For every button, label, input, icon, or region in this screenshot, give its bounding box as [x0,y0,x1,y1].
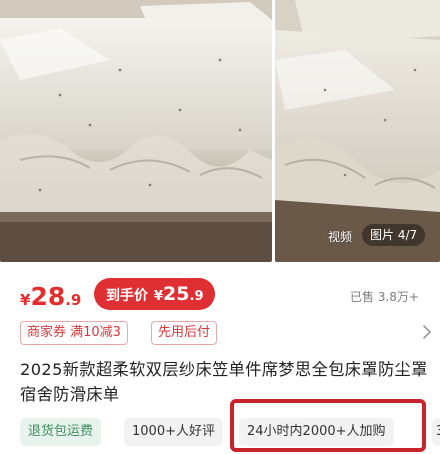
return-shipping-tag[interactable]: 退货包运费 [20,418,102,446]
video-label[interactable]: 视频 [328,228,352,245]
product-photo-right[interactable] [275,0,440,262]
more-feature-tag[interactable]: 3 [432,418,440,446]
price-decimal: .9 [65,291,82,309]
original-price: ¥28.9 [20,282,81,311]
final-price-decimal: .9 [189,289,204,304]
product-image-gallery[interactable]: 视频 图片 4/7 [0,0,440,262]
product-title[interactable]: 2025新款超柔软双层纱床笠单件席梦思全包床罩防尘罩宿舍防滑床单 [20,357,440,407]
reviews-tag[interactable]: 1000+人好评 [124,418,223,446]
final-price-currency: ¥ [154,289,164,304]
final-price-integer: 25 [163,283,190,305]
pay-later-tag[interactable]: 先用后付 [151,321,218,345]
chevron-right-icon[interactable] [420,322,434,342]
cart-adds-tag[interactable]: 24小时内2000+人加购 [239,418,394,446]
price-currency: ¥ [20,291,31,309]
coupon-tag[interactable]: 商家券 满10减3 [20,321,128,345]
final-price-label: 到手价 [106,288,148,304]
sold-count: 已售 3.8万+ [350,290,419,304]
product-photo-left[interactable] [0,0,272,262]
image-counter[interactable]: 图片 4/7 [362,224,426,246]
price-integer: 28 [30,282,66,311]
final-price-badge[interactable]: 到手价 ¥25.9 [94,278,216,310]
